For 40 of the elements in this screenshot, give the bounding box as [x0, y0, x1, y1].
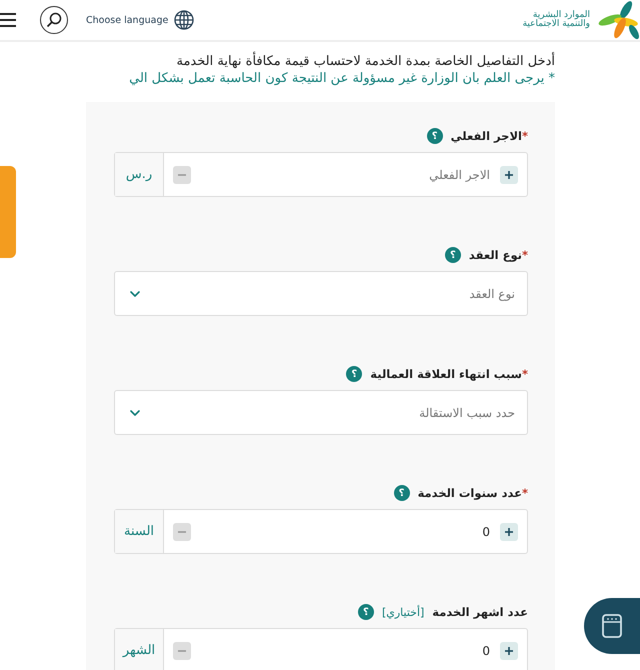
help-icon[interactable]: ؟ — [346, 366, 362, 382]
calculator-icon — [601, 614, 623, 638]
disclaimer-note: * يرجى العلم بان الوزارة غير مسؤولة عن النتيجة كون الحاسبة تعمل بشكل الي — [128, 71, 555, 86]
help-icon[interactable]: ؟ — [426, 128, 443, 144]
help-icon[interactable]: ؟ — [394, 485, 410, 501]
select-dropdown[interactable]: نوع العقد — [114, 271, 528, 316]
intro-title: أدخل التفاصيل الخاصة بمدة الخدمة لاحتساب قيمة مكافأة نهاية الخدمة — [0, 54, 555, 69]
decrement-button[interactable] — [173, 642, 191, 660]
field-label: * الاجر الفعلي — [450, 129, 528, 143]
number-field[interactable]: الاجر الفعلي ر.س — [114, 152, 528, 197]
field-label: * سبب انتهاء العلاقة العمالية — [370, 367, 528, 381]
logo-text: الموارد البشرية والتنمية الاجتماعية — [522, 10, 590, 30]
plus-icon — [504, 646, 514, 656]
field-label: * نوع العقد — [468, 248, 528, 262]
menu-button[interactable] — [0, 13, 16, 27]
plus-icon — [504, 526, 514, 536]
language-button[interactable]: Choose language — [86, 10, 194, 30]
logo-icon — [596, 0, 640, 40]
field-placeholder: الاجر الفعلي — [428, 168, 490, 182]
plus-icon — [504, 170, 514, 180]
decrement-button[interactable] — [173, 166, 191, 184]
unit-label: الشهر — [115, 629, 164, 670]
decrement-button[interactable] — [173, 522, 191, 540]
select-dropdown[interactable]: حدد سبب الاستقالة — [114, 390, 528, 435]
unit-label: ر.س — [115, 153, 164, 196]
field-label: عدد اشهر الخدمة — [432, 605, 528, 619]
increment-button[interactable] — [500, 166, 518, 184]
unit-label: السنة — [115, 510, 164, 553]
optional-tag: [أختياري] — [382, 606, 424, 618]
increment-button[interactable] — [500, 642, 518, 660]
globe-icon — [174, 10, 194, 30]
search-icon — [46, 12, 62, 28]
help-icon[interactable]: ؟ — [358, 604, 374, 620]
calculator-button[interactable] — [584, 598, 640, 654]
field-label: * عدد سنوات الخدمة — [418, 486, 528, 500]
field-value: 0 — [481, 644, 490, 658]
field-value: 0 — [481, 524, 490, 538]
increment-button[interactable] — [500, 522, 518, 540]
help-icon[interactable]: ؟ — [444, 247, 461, 263]
search-button[interactable] — [40, 6, 68, 34]
